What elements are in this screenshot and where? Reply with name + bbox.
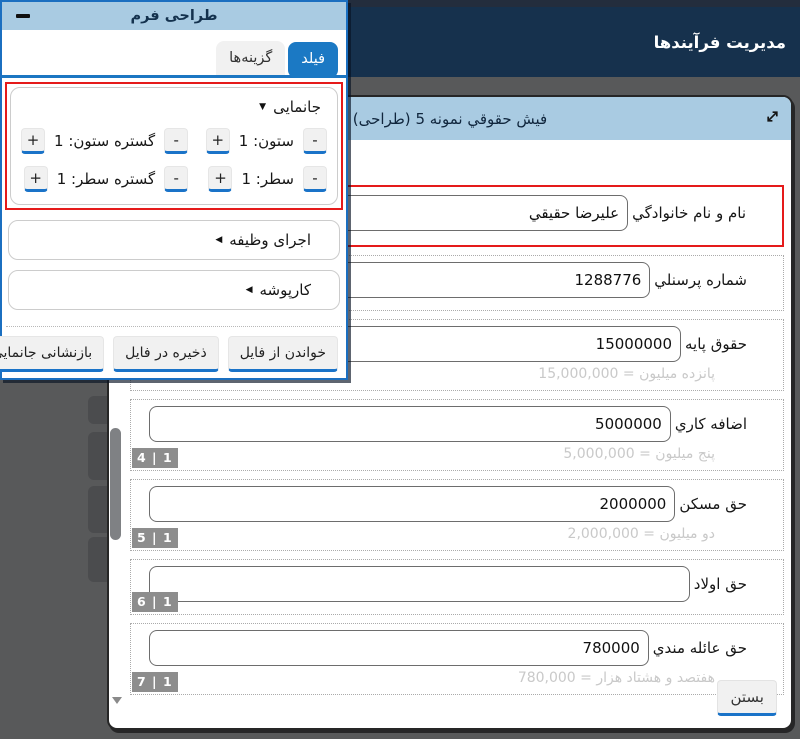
field-label: اضافه کاري <box>671 415 747 433</box>
expand-button[interactable] <box>764 108 781 125</box>
panel-footer-button[interactable]: بازنشانی جانمایی <box>0 336 104 372</box>
scrollbar-thumb[interactable] <box>110 428 121 540</box>
close-button[interactable]: بستن <box>717 680 777 716</box>
field-group[interactable]: حق عائله مندي هفتصد و هشتاد هزار = 780,0… <box>130 623 784 695</box>
decrement-button[interactable]: - <box>164 166 188 192</box>
field-helper-text: دو میلیون = 2,000,000 <box>139 526 775 542</box>
plus-icon: + <box>27 131 40 149</box>
minimize-button[interactable] <box>10 2 36 30</box>
stepper: - گستره سطر: 1 + <box>21 166 188 192</box>
field-group[interactable]: حق اولاد 1 | 6 <box>130 559 784 615</box>
field-label: حقوق پايه <box>681 335 747 353</box>
field-label: حق مسکن <box>675 495 747 513</box>
stepper-label: گستره ستون: 1 <box>54 132 155 150</box>
page-title: مديريت فرآيندها <box>654 7 786 77</box>
plus-icon: + <box>211 131 224 149</box>
field-input[interactable] <box>149 486 675 522</box>
chevron-down-icon: ▼ <box>259 103 266 112</box>
increment-button[interactable]: + <box>208 166 232 192</box>
minus-icon: - <box>173 131 178 149</box>
button-label: ذخیره در فایل <box>125 345 207 361</box>
accordion-label: جانمایی <box>273 98 321 116</box>
field-input[interactable] <box>149 566 690 602</box>
position-badge: 1 | 7 <box>132 672 178 693</box>
panel-footer-button[interactable]: ذخیره در فایل <box>113 336 219 372</box>
minus-icon: - <box>312 131 317 149</box>
scroll-down-arrow-icon[interactable] <box>112 697 122 704</box>
increment-button[interactable]: + <box>206 128 230 154</box>
decrement-button[interactable]: - <box>303 128 327 154</box>
dialog-title: فیش حقوقي نمونه 5 (طراحی) <box>353 110 547 128</box>
field-label: حق عائله مندي <box>649 639 747 657</box>
position-badge: 1 | 4 <box>132 448 178 469</box>
field-label: نام و نام خانوادگي <box>628 204 746 222</box>
plus-icon: + <box>214 169 227 187</box>
layout-steppers: - ستون: 1 + - گستره ستون: 1 + - سطر: 1 +… <box>17 126 331 194</box>
stepper-label: ستون: 1 <box>239 132 294 150</box>
field-line: حق مسکن <box>139 486 775 522</box>
selected-section-highlight: جانمایی ▼ - ستون: 1 + - گستره ستون: 1 + … <box>5 82 343 210</box>
field-group[interactable]: حق مسکن دو میلیون = 2,000,000 1 | 5 <box>130 479 784 551</box>
accordion-list: اجرای وظیفه ◀ کارپوشه ◀ <box>2 220 346 310</box>
stepper: - گستره ستون: 1 + <box>21 128 188 154</box>
field-line: حق عائله مندي <box>139 630 775 666</box>
position-badge: 1 | 6 <box>132 592 178 613</box>
field-input[interactable] <box>149 630 649 666</box>
minimize-icon <box>16 14 30 18</box>
accordion-label: اجرای وظیفه <box>229 231 311 249</box>
layout-accordion: جانمایی ▼ - ستون: 1 + - گستره ستون: 1 + … <box>10 87 338 205</box>
layout-accordion-header[interactable]: جانمایی ▼ <box>17 96 331 126</box>
increment-button[interactable]: + <box>24 166 48 192</box>
field-group[interactable]: اضافه کاري پنج میلیون = 5,000,000 1 | 4 <box>130 399 784 471</box>
panel-footer-button[interactable]: خواندن از فایل <box>228 336 338 372</box>
tab-bar: فیلد گزینه‌ها <box>2 30 346 78</box>
tab[interactable]: فیلد <box>288 42 338 78</box>
resize-diagonal-icon <box>764 108 781 125</box>
button-label: خواندن از فایل <box>240 345 326 361</box>
field-line: اضافه کاري <box>139 406 775 442</box>
minus-icon: - <box>312 169 317 187</box>
field-input[interactable] <box>149 406 671 442</box>
stepper: - ستون: 1 + <box>202 128 327 154</box>
plus-icon: + <box>29 169 42 187</box>
tab-label: فیلد <box>301 51 325 67</box>
tab-label: گزینه‌ها <box>229 50 272 66</box>
position-badge: 1 | 5 <box>132 528 178 549</box>
accordion-section[interactable]: کارپوشه ◀ <box>8 270 340 310</box>
increment-button[interactable]: + <box>21 128 45 154</box>
panel-title: طراحی فرم <box>131 8 218 24</box>
chevron-left-icon: ◀ <box>215 236 222 245</box>
minus-icon: - <box>173 169 178 187</box>
stepper-label: سطر: 1 <box>241 170 294 188</box>
stepper-label: گستره سطر: 1 <box>57 170 155 188</box>
form-designer-panel: طراحی فرم فیلد گزینه‌ها جانمایی ▼ - ستون… <box>0 0 348 380</box>
decrement-button[interactable]: - <box>164 128 188 154</box>
tab[interactable]: گزینه‌ها <box>216 41 285 75</box>
accordion-section[interactable]: اجرای وظیفه ◀ <box>8 220 340 260</box>
button-label: بازنشانی جانمایی <box>0 345 92 361</box>
field-line: حق اولاد <box>139 566 775 602</box>
field-helper-text: پنج میلیون = 5,000,000 <box>139 446 775 462</box>
stepper: - سطر: 1 + <box>202 166 327 192</box>
panel-header: طراحی فرم <box>2 2 346 30</box>
panel-footer: خواندن از فایل ذخیره در فایل بازنشانی جا… <box>2 327 346 381</box>
field-label: حق اولاد <box>690 575 747 593</box>
decrement-button[interactable]: - <box>303 166 327 192</box>
field-label: شماره پرسنلي <box>650 271 747 289</box>
chevron-left-icon: ◀ <box>246 286 253 295</box>
accordion-label: کارپوشه <box>260 281 312 299</box>
field-helper-text: هفتصد و هشتاد هزار = 780,000 <box>139 670 775 686</box>
